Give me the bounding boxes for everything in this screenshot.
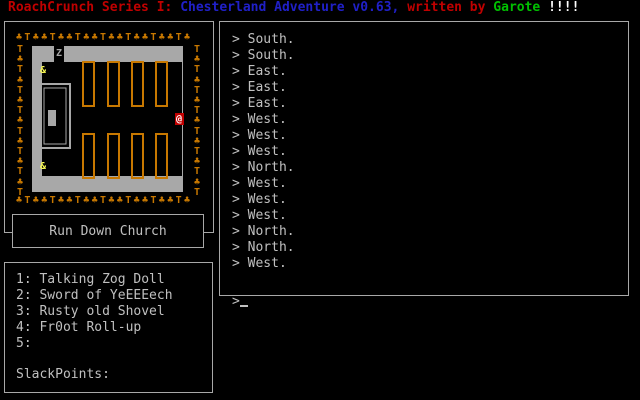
- tree-icon: ♣: [194, 115, 201, 127]
- location-box: Run Down Church: [12, 214, 204, 248]
- log-line: > West.: [232, 128, 287, 143]
- player-icon: @: [176, 114, 183, 125]
- tree-icon: ♣: [83, 32, 90, 43]
- tree-icon: ♣: [32, 32, 39, 43]
- tree-icon: ♣: [158, 195, 165, 206]
- tree-icon: ♣: [142, 32, 149, 43]
- door-label: Z: [56, 48, 63, 59]
- tree-icon: T: [150, 32, 157, 43]
- inventory-item-5[interactable]: 5:: [16, 336, 173, 352]
- tree-icon: ♣: [167, 32, 174, 43]
- tree-icon: ♣: [158, 32, 165, 43]
- tree-icon: ♣: [133, 195, 140, 206]
- tree-icon: ♣: [184, 195, 191, 206]
- inventory-item-label: Fr0ot Roll-up: [39, 320, 142, 335]
- altar: [48, 110, 56, 126]
- log-line: > West.: [232, 208, 287, 223]
- log-line: > North.: [232, 240, 295, 255]
- log-line: > South.: [232, 32, 295, 47]
- tree-icon: ♣: [32, 195, 39, 206]
- tree-icon: T: [49, 195, 56, 206]
- title-author: Garote: [493, 0, 541, 15]
- tree-icon: ♣: [167, 195, 174, 206]
- tree-icon: T: [100, 32, 107, 43]
- title-bangs: !!!!: [548, 0, 580, 15]
- tree-icon: ♣: [83, 195, 90, 206]
- log-line: > East.: [232, 64, 287, 79]
- text-cursor: [239, 305, 248, 307]
- tree-icon: T: [49, 32, 56, 43]
- prompt-char: >: [232, 294, 240, 309]
- tree-icon: ♣: [116, 32, 123, 43]
- message-log: > South. > South. > East. > East. > East. > W…: [232, 32, 295, 272]
- message-log-panel: > South. > South. > East. > East. > East. > W…: [219, 21, 629, 309]
- log-line: > South.: [232, 48, 295, 63]
- tree-icon: T: [74, 195, 81, 206]
- tree-icon: ♣: [58, 32, 65, 43]
- log-line: > West.: [232, 144, 287, 159]
- inventory-list: 1: Talking Zog Doll 2: Sword of YeEEEech…: [16, 272, 173, 352]
- title-written-by: written by: [407, 0, 486, 15]
- inventory-item-1[interactable]: 1: Talking Zog Doll: [16, 272, 173, 288]
- tree-icon: ♣: [91, 32, 98, 43]
- inventory-item-4[interactable]: 4: Fr0ot Roll-up: [16, 320, 173, 336]
- log-line: > West.: [232, 256, 287, 271]
- npc-icon: &: [40, 65, 47, 76]
- tree-icon: ♣: [41, 195, 48, 206]
- log-line: > North.: [232, 160, 295, 175]
- tree-icon: ♣: [184, 32, 191, 43]
- inventory-item-label: Rusty old Shovel: [39, 304, 165, 319]
- title-series: RoachCrunch Series I:: [8, 0, 173, 15]
- tree-icon: T: [17, 186, 24, 198]
- tree-icon: T: [17, 166, 24, 178]
- tree-icon: T: [100, 195, 107, 206]
- tree-icon: T: [125, 32, 132, 43]
- tree-icon: T: [24, 195, 31, 206]
- npc-icon: &: [40, 161, 47, 172]
- tree-icon: ♣: [66, 32, 73, 43]
- log-line: > West.: [232, 112, 287, 127]
- title-bar: RoachCrunch Series I: Chesterland Advent…: [8, 0, 579, 16]
- title-game-name: Chesterland Adventure v0.63,: [180, 0, 400, 15]
- tree-icon: ♣: [108, 32, 115, 43]
- log-line: > North.: [232, 224, 295, 239]
- tree-icon: ♣: [108, 195, 115, 206]
- tree-icon: ♣: [116, 195, 123, 206]
- inventory-item-2[interactable]: 2: Sword of YeEEEech: [16, 288, 173, 304]
- slack-points: SlackPoints:: [16, 367, 118, 382]
- church-floor: [42, 62, 182, 176]
- tree-icon: T: [17, 64, 24, 76]
- tree-icon: ♣: [58, 195, 65, 206]
- slack-points-label: SlackPoints:: [16, 367, 110, 382]
- inventory-item-3[interactable]: 3: Rusty old Shovel: [16, 304, 173, 320]
- log-line: > East.: [232, 80, 287, 95]
- log-line: > West.: [232, 176, 287, 191]
- log-line: > East.: [232, 96, 287, 111]
- tree-icon: T: [24, 32, 31, 43]
- map-view: [32, 46, 184, 192]
- tree-icon: T: [125, 195, 132, 206]
- inventory-item-label: Sword of YeEEEech: [39, 288, 173, 303]
- tree-icon: T: [194, 186, 201, 198]
- tree-icon: ♣: [17, 115, 24, 127]
- tree-icon: T: [194, 64, 201, 76]
- tree-icon: T: [194, 166, 201, 178]
- tree-icon: ♣: [142, 195, 149, 206]
- inventory-panel: 1: Talking Zog Doll 2: Sword of YeEEEech…: [4, 262, 213, 393]
- tree-icon: T: [150, 195, 157, 206]
- log-line: > West.: [232, 192, 287, 207]
- inventory-item-label: Talking Zog Doll: [39, 272, 165, 287]
- tree-icon: T: [74, 32, 81, 43]
- tree-icon: T: [175, 195, 182, 206]
- tree-icon: ♣: [16, 32, 23, 43]
- tree-icon: ♣: [41, 32, 48, 43]
- tree-icon: T: [175, 32, 182, 43]
- tree-icon: ♣: [133, 32, 140, 43]
- tree-icon: ♣: [91, 195, 98, 206]
- tree-icon: ♣: [66, 195, 73, 206]
- location-name: Run Down Church: [49, 224, 167, 239]
- command-prompt[interactable]: >: [232, 294, 248, 310]
